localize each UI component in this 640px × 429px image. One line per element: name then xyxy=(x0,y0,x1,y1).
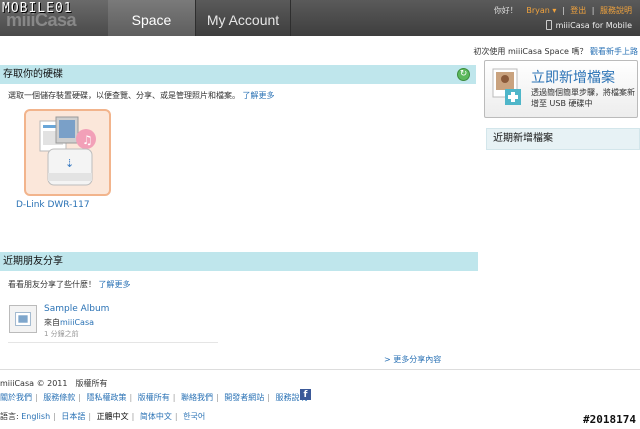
getting-started-link[interactable]: 觀看新手上路 xyxy=(590,47,638,56)
usb-drive-icon: ♫ ⇣ xyxy=(39,116,96,186)
footer-link-terms[interactable]: 服務條款 xyxy=(43,393,75,402)
shares-learn-more-link[interactable]: 了解更多 xyxy=(99,280,131,289)
footer-link-contact[interactable]: 聯絡我們 xyxy=(181,393,213,402)
mobile-link-label: miiiCasa for Mobile xyxy=(555,20,632,30)
logo-area[interactable]: miiiCasa MOBILE01 xyxy=(0,0,108,36)
facebook-icon[interactable]: f xyxy=(300,389,311,400)
upload-files-button[interactable]: 立即新增檔案 透過簡個簡單步驟，將檔案新增至 USB 硬碟中 xyxy=(484,60,638,118)
refresh-icon[interactable]: ↻ xyxy=(457,68,470,81)
album-timestamp: 1 分鐘之前 xyxy=(44,330,79,338)
footer-link-about[interactable]: 關於我們 xyxy=(0,393,32,402)
phone-icon xyxy=(545,20,552,30)
recent-files-header: 近期新增檔案 xyxy=(486,128,640,150)
svg-text:⇣: ⇣ xyxy=(65,157,74,170)
logout-link[interactable]: 登出 xyxy=(570,6,586,15)
storage-learn-more-link[interactable]: 了解更多 xyxy=(243,91,275,100)
copyright-text: miiiCasa © 2011 版權所有 xyxy=(0,379,108,388)
language-traditional-chinese: 正體中文 xyxy=(96,412,129,421)
language-korean[interactable]: 한국어 xyxy=(183,412,205,421)
first-time-prompt: 初次使用 miiiCasa Space 嗎？ 觀看新手上路 xyxy=(473,47,638,56)
top-navigation-bar: miiiCasa MOBILE01 Space My Account 你好！ B… xyxy=(0,0,640,36)
album-thumbnail[interactable] xyxy=(9,305,37,333)
divider: | xyxy=(591,6,595,15)
upload-description: 透過簡個簡單步驟，將檔案新增至 USB 硬碟中 xyxy=(531,88,635,108)
device-tile[interactable]: ♫ ⇣ xyxy=(24,109,111,196)
storage-section-header: 存取你的硬碟 ↻ xyxy=(0,65,476,84)
album-owner-link[interactable]: miiiCasa xyxy=(60,318,94,327)
mobile-link[interactable]: miiiCasa for Mobile xyxy=(545,20,632,30)
tab-space[interactable]: Space xyxy=(108,0,195,36)
language-japanese[interactable]: 日本語 xyxy=(61,412,85,421)
mobile01-watermark: MOBILE01 xyxy=(2,1,73,16)
album-title[interactable]: Sample Album xyxy=(44,304,109,314)
upload-title: 立即新增檔案 xyxy=(531,70,615,86)
language-simplified-chinese[interactable]: 简体中文 xyxy=(140,412,172,421)
storage-description: 選取一個儲存裝置硬碟，以便查覽、分享、或是管理照片和檔案。 了解更多 xyxy=(8,91,275,100)
language-english[interactable]: English xyxy=(21,412,50,421)
greeting-text: 你好！ xyxy=(493,6,518,15)
tab-my-account[interactable]: My Account xyxy=(195,0,291,36)
footer-divider xyxy=(0,369,640,370)
footer-link-privacy[interactable]: 隱私權政策 xyxy=(87,393,127,402)
user-menu-link[interactable]: Bryan ▾ xyxy=(523,6,556,15)
more-shares-link[interactable]: > 更多分享內容 xyxy=(384,354,441,365)
shares-section-title: 近期朋友分享 xyxy=(3,256,63,267)
language-label: 語言: xyxy=(0,412,19,421)
photo-id-watermark: #2018174 xyxy=(583,413,636,426)
photo-upload-icon xyxy=(492,68,521,105)
svg-text:♫: ♫ xyxy=(82,133,93,147)
help-link[interactable]: 服務說明 xyxy=(600,6,632,15)
footer-link-copyright[interactable]: 版權所有 xyxy=(138,393,170,402)
divider xyxy=(8,342,218,343)
footer-links: 關於我們 | 服務條款 | 隱私權政策 | 版權所有 | 聯絡我們 | 開發者網站 | 服務… xyxy=(0,393,308,402)
user-links: 你好！ Bryan ▾ | 登出 | 服務說明 xyxy=(491,5,632,16)
divider: | xyxy=(561,6,565,15)
shares-section-header: 近期朋友分享 xyxy=(0,252,478,271)
storage-section-title: 存取你的硬碟 xyxy=(3,69,63,80)
album-owner: 來自miiiCasa xyxy=(44,318,95,327)
language-selector: 語言: English | 日本語 | 正體中文 | 简体中文 | 한국어 xyxy=(0,412,206,421)
footer-link-developers[interactable]: 開發者網站 xyxy=(224,393,264,402)
shares-description: 看看朋友分享了些什麼！ 了解更多 xyxy=(8,280,131,289)
device-name[interactable]: D-Link DWR-117 xyxy=(16,200,116,210)
